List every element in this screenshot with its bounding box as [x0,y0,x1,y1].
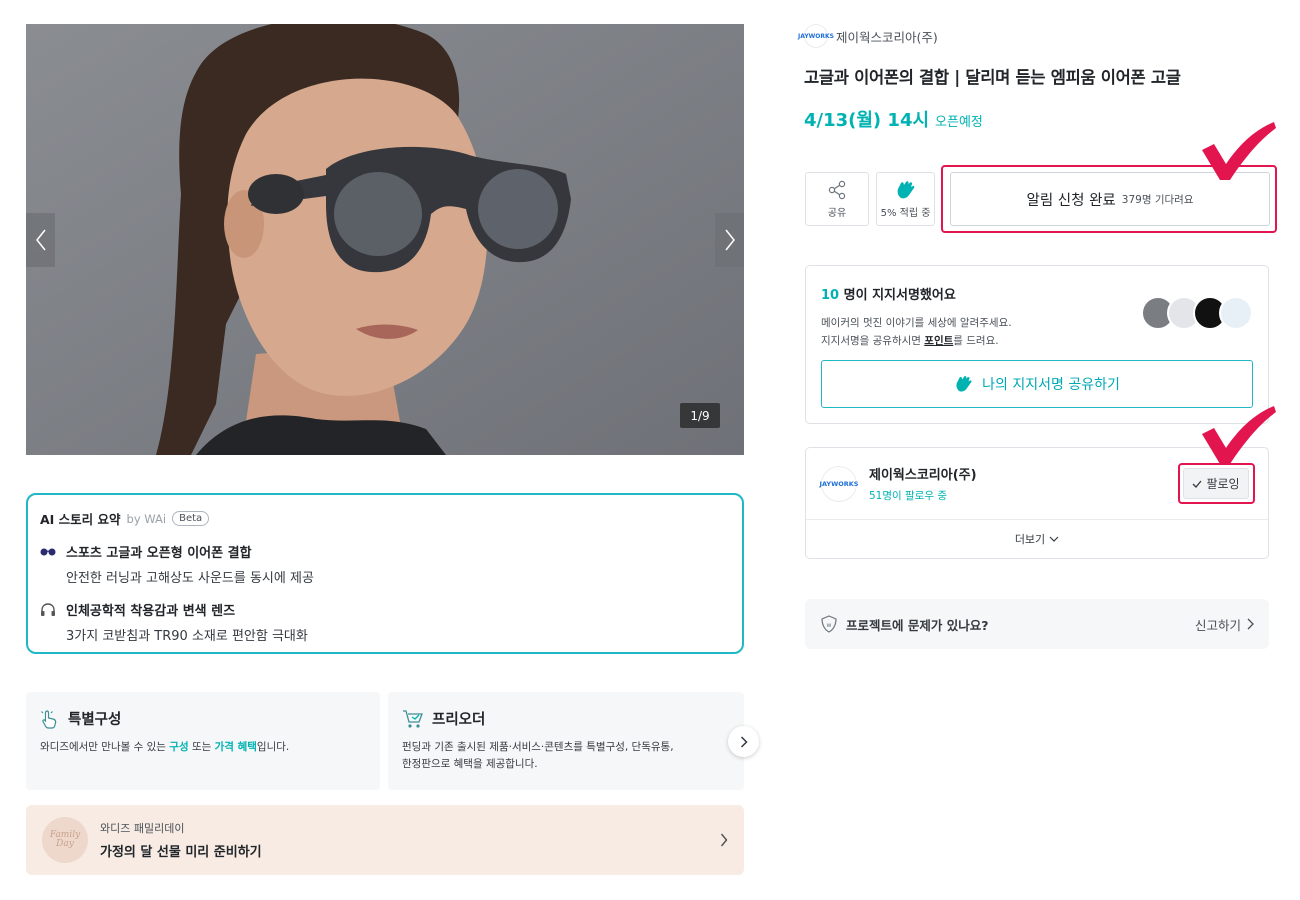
cheer-label: 5% 적립 중 [880,207,931,219]
feature-title: 프리오더 [432,712,486,728]
shopping-cart-icon [403,709,423,728]
chevron-right-icon [1247,618,1254,630]
avatar [1219,296,1253,330]
sunglasses-icon [40,548,56,555]
chevron-down-icon [1049,536,1059,542]
ai-story-summary: AI 스토리 요약 by WAi Beta 스포츠 고글과 오픈형 이어폰 결합… [26,493,744,654]
feature-title: 특별구성 [68,712,122,728]
supporter-signature-card: 10 명이 지지서명했어요 메이커의 멋진 이야기를 세상에 알려주세요. 지지… [805,265,1269,424]
svg-text:w: w [827,622,832,629]
chevron-right-icon [724,229,735,251]
maker-followers: 51명이 팔로우 중 [869,490,947,502]
chevron-right-icon [720,833,728,847]
maker-card: JAYWORKS 제이웍스코리아(주) 51명이 팔로우 중 팔로잉 더보기 [805,447,1269,559]
feature-card-preorder[interactable]: 프리오더 펀딩과 기존 출시된 제품·서비스·콘텐츠를 특별구성, 단독유통, … [388,692,744,790]
notify-waiting-count: 379명 기다려요 [1121,193,1194,206]
share-button[interactable]: 공유 [805,172,869,226]
shield-icon: w [821,615,837,633]
chevron-right-icon [740,735,748,748]
report-question: 프로젝트에 문제가 있나요? [846,617,989,633]
ai-item-title: 스포츠 고글과 오픈형 이어폰 결합 [66,546,252,561]
beta-badge: Beta [172,511,210,526]
image-counter: 1/9 [680,403,720,428]
chevron-left-icon [35,229,46,251]
product-photo [26,24,744,455]
maker-header[interactable]: JAYWORKS 제이웍스코리아(주) [798,24,938,48]
feature-card-special[interactable]: 특별구성 와디즈에서만 만나볼 수 있는 구성 또는 가격 혜택입니다. [26,692,380,790]
more-button[interactable]: 더보기 [806,520,1268,558]
share-icon [828,180,846,199]
notify-complete-button[interactable]: 알림 신청 완료 379명 기다려요 [950,172,1270,226]
maker-name[interactable]: 제이웍스코리아(주) [869,464,977,483]
pointing-hand-icon [41,709,57,729]
headphones-icon [41,602,55,616]
maker-logo[interactable]: JAYWORKS [820,465,858,502]
notify-main-label: 알림 신청 완료 [1026,192,1116,209]
product-image-gallery[interactable]: 1/9 [26,24,744,455]
family-day-banner[interactable]: Family Day 와디즈 패밀리데이 가정의 달 선물 미리 준비하기 [26,805,744,875]
open-status: 오픈예정 [935,115,983,130]
clapping-hands-icon [897,180,914,198]
report-link-label: 신고하기 [1194,617,1241,633]
ai-summary-title: AI 스토리 요약 [40,512,121,527]
following-label: 팔로잉 [1206,477,1240,491]
ai-item-title: 인체공학적 착용감과 변색 렌즈 [66,604,236,619]
report-bar: w 프로젝트에 문제가 있나요? 신고하기 [805,599,1269,649]
check-icon [1192,480,1202,488]
supporter-avatars [1141,296,1253,330]
share-signature-label: 나의 지지서명 공유하기 [982,377,1120,393]
ai-summary-by: by WAi [126,511,167,526]
report-link[interactable]: 신고하기 [1195,615,1254,634]
maker-logo: JAYWORKS [798,24,834,48]
next-image-button[interactable] [715,213,744,267]
ai-summary-item: 인체공학적 착용감과 변색 렌즈 3가지 코받침과 TR90 소재로 편안함 극… [40,600,730,644]
ai-item-desc: 3가지 코받침과 TR90 소재로 편안함 극대화 [66,629,308,644]
ai-item-desc: 안전한 러닝과 고해상도 사운드를 동시에 제공 [66,571,314,586]
share-label: 공유 [827,207,847,219]
promo-subtitle: 와디즈 패밀리데이 [100,822,185,835]
feature-description: 펀딩과 기존 출시된 제품·서비스·콘텐츠를 특별구성, 단독유통, 한정판으로… [402,741,674,771]
ai-summary-item: 스포츠 고글과 오픈형 이어폰 결합 안전한 러닝과 고해상도 사운드를 동시에… [40,542,730,586]
clapping-hands-icon [956,376,972,392]
maker-name: 제이웍스코리아(주) [836,29,938,45]
family-day-thumbnail: Family Day [42,817,88,863]
open-date-value: 4/13(월) 14시 [804,110,930,131]
previous-image-button[interactable] [26,213,55,267]
promo-title: 가정의 달 선물 미리 준비하기 [100,845,262,860]
open-date: 4/13(월) 14시 오픈예정 [804,106,983,132]
feature-description: 와디즈에서만 만나볼 수 있는 구성 또는 가격 혜택입니다. [40,741,290,753]
share-my-signature-button[interactable]: 나의 지지서명 공유하기 [821,360,1253,408]
product-title: 고글과 이어폰의 결합 | 달리며 듣는 엠피움 이어폰 고글 [804,68,1181,87]
following-button[interactable]: 팔로잉 [1183,468,1249,499]
more-label: 더보기 [1014,533,1046,546]
feature-next-button[interactable] [728,726,759,757]
cheer-button[interactable]: 5% 적립 중 [876,172,935,226]
